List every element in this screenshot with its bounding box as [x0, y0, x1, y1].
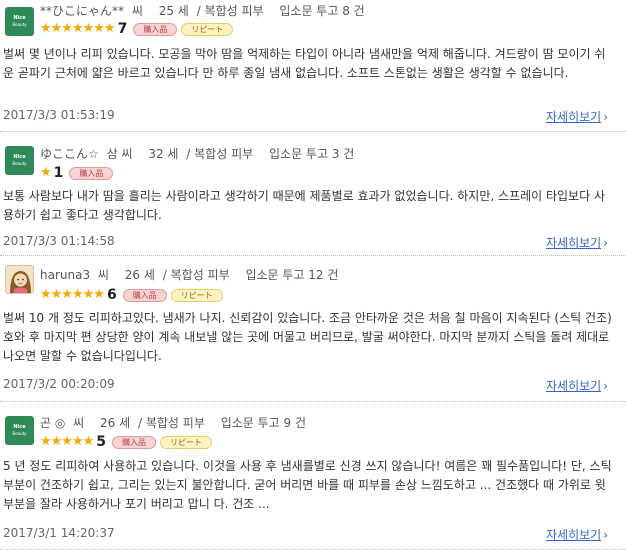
chevron-right-icon: › [603, 379, 608, 393]
rating: ★★★★★★★ 7 購入品 リピート [40, 21, 237, 37]
read-more-link[interactable]: 자세히보기 › [546, 236, 608, 250]
star-rating-icon: ★★★★★★ [40, 287, 105, 302]
review-date: 2017/3/2 00:20:09 [3, 377, 115, 391]
review-card: haruna3 씨 26 세 / 복합성 피부 입소문 투고 12 건 ★★★★… [0, 256, 626, 402]
reviewer-age: 32 세 [148, 147, 179, 161]
read-more-label: 자세히보기 [545, 528, 602, 542]
reviewer-age: 26 세 [100, 416, 131, 430]
reviewer-posts[interactable]: 입소문 투고 9 건 [221, 416, 306, 430]
reviewer-skin: / 복합성 피부 [162, 268, 230, 282]
review-card: Nice Beauty 곤 ◎ 씨 26 세 / 복합성 피부 입소문 투고 9… [0, 402, 626, 550]
user-portrait-icon [10, 271, 31, 293]
avatar-label: Beauty [12, 431, 27, 436]
reviewer-posts[interactable]: 입소문 투고 12 건 [245, 268, 338, 282]
read-more-label: 자세히보기 [545, 379, 602, 393]
review-date: 2017/3/1 14:20:37 [3, 526, 115, 540]
review-date: 2017/3/3 01:53:19 [3, 108, 115, 122]
repeat-badge: リピート [170, 288, 223, 302]
avatar[interactable]: Nice Beauty [5, 416, 34, 445]
reviewer-posts[interactable]: 입소문 투고 3 건 [269, 147, 354, 161]
reviewer-nickname[interactable]: **ひこにゃん** [40, 4, 124, 18]
reviewer-honorific: 씨 [97, 268, 109, 282]
purchased-badge: 購入品 [122, 288, 167, 302]
review-text: 보통 사람보다 내가 땀을 흘리는 사람이라고 생각하기 때문에 제품별로 효과… [3, 189, 605, 222]
purchased-badge: 購入品 [133, 22, 178, 36]
rating-score: 7 [117, 21, 128, 37]
repeat-badge: リピート [181, 22, 234, 36]
rating-score: 6 [106, 287, 117, 303]
avatar[interactable]: Nice Beauty [5, 146, 34, 175]
reviewer-meta: haruna3 씨 26 세 / 복합성 피부 입소문 투고 12 건 [40, 267, 342, 283]
reviewer-posts[interactable]: 입소문 투고 8 건 [279, 4, 364, 18]
avatar[interactable]: Nice Beauty [5, 7, 34, 36]
chevron-right-icon: › [603, 236, 608, 250]
star-rating-icon: ★ [40, 165, 52, 180]
avatar-label: Beauty [12, 161, 27, 166]
star-rating-icon: ★★★★★ [40, 434, 94, 449]
reviewer-nickname[interactable]: ゆここん☆ [40, 147, 99, 161]
rating-score: 1 [53, 165, 64, 181]
review-text: 벌써 몇 년이나 리피 있습니다. 모공을 막아 땀을 억제하는 타입이 아니라… [3, 47, 606, 80]
star-rating-icon: ★★★★★★★ [40, 21, 116, 36]
reviewer-skin: / 복합성 피부 [186, 147, 254, 161]
read-more-link[interactable]: 자세히보기 › [546, 379, 608, 393]
reviewer-honorific: 삼 씨 [106, 147, 133, 161]
repeat-badge: リピート [160, 435, 213, 449]
review-text: 5 년 정도 리피하여 사용하고 있습니다. 이것을 사용 후 냄새를별로 신경… [3, 459, 612, 511]
purchased-badge: 購入品 [69, 166, 114, 180]
rating: ★★★★★★ 6 購入品 リピート [40, 287, 227, 303]
reviewer-age: 26 세 [124, 268, 155, 282]
reviewer-meta: ゆここん☆ 삼 씨 32 세 / 복합성 피부 입소문 투고 3 건 [40, 146, 358, 162]
review-text: 벌써 10 개 정도 리피하고있다. 냄새가 나지. 신뢰감이 있습니다. 조금… [3, 311, 612, 363]
review-card: Nice Beauty ゆここん☆ 삼 씨 32 세 / 복합성 피부 입소문 … [0, 132, 626, 256]
chevron-right-icon: › [603, 110, 608, 124]
review-card: Nice Beauty **ひこにゃん** 씨 25 세 / 복합성 피부 입소… [0, 0, 626, 132]
read-more-link[interactable]: 자세히보기 › [546, 528, 608, 542]
read-more-label: 자세히보기 [545, 110, 602, 124]
rating: ★★★★★ 5 購入品 リピート [40, 434, 216, 450]
reviewer-meta: 곤 ◎ 씨 26 세 / 복합성 피부 입소문 투고 9 건 [40, 415, 310, 431]
rating: ★ 1 購入品 [40, 165, 117, 181]
reviewer-nickname[interactable]: haruna3 [40, 268, 90, 282]
avatar-label: Nice [13, 424, 26, 430]
rating-score: 5 [96, 434, 107, 450]
chevron-right-icon: › [603, 528, 608, 542]
read-more-link[interactable]: 자세히보기 › [546, 110, 608, 124]
reviewer-meta: **ひこにゃん** 씨 25 세 / 복합성 피부 입소문 투고 8 건 [40, 3, 369, 19]
reviewer-honorific: 씨 [131, 4, 143, 18]
read-more-label: 자세히보기 [545, 236, 602, 250]
avatar-label: Nice [13, 15, 26, 21]
reviewer-nickname[interactable]: 곤 ◎ [40, 416, 65, 430]
reviewer-age: 25 세 [158, 4, 189, 18]
reviewer-skin: / 복합성 피부 [196, 4, 264, 18]
avatar-label: Beauty [12, 22, 27, 27]
reviewer-honorific: 씨 [73, 416, 85, 430]
reviewer-skin: / 복합성 피부 [137, 416, 205, 430]
purchased-badge: 購入品 [112, 435, 157, 449]
review-date: 2017/3/3 01:14:58 [3, 234, 115, 248]
avatar-label: Nice [13, 154, 26, 160]
avatar[interactable] [5, 265, 34, 294]
